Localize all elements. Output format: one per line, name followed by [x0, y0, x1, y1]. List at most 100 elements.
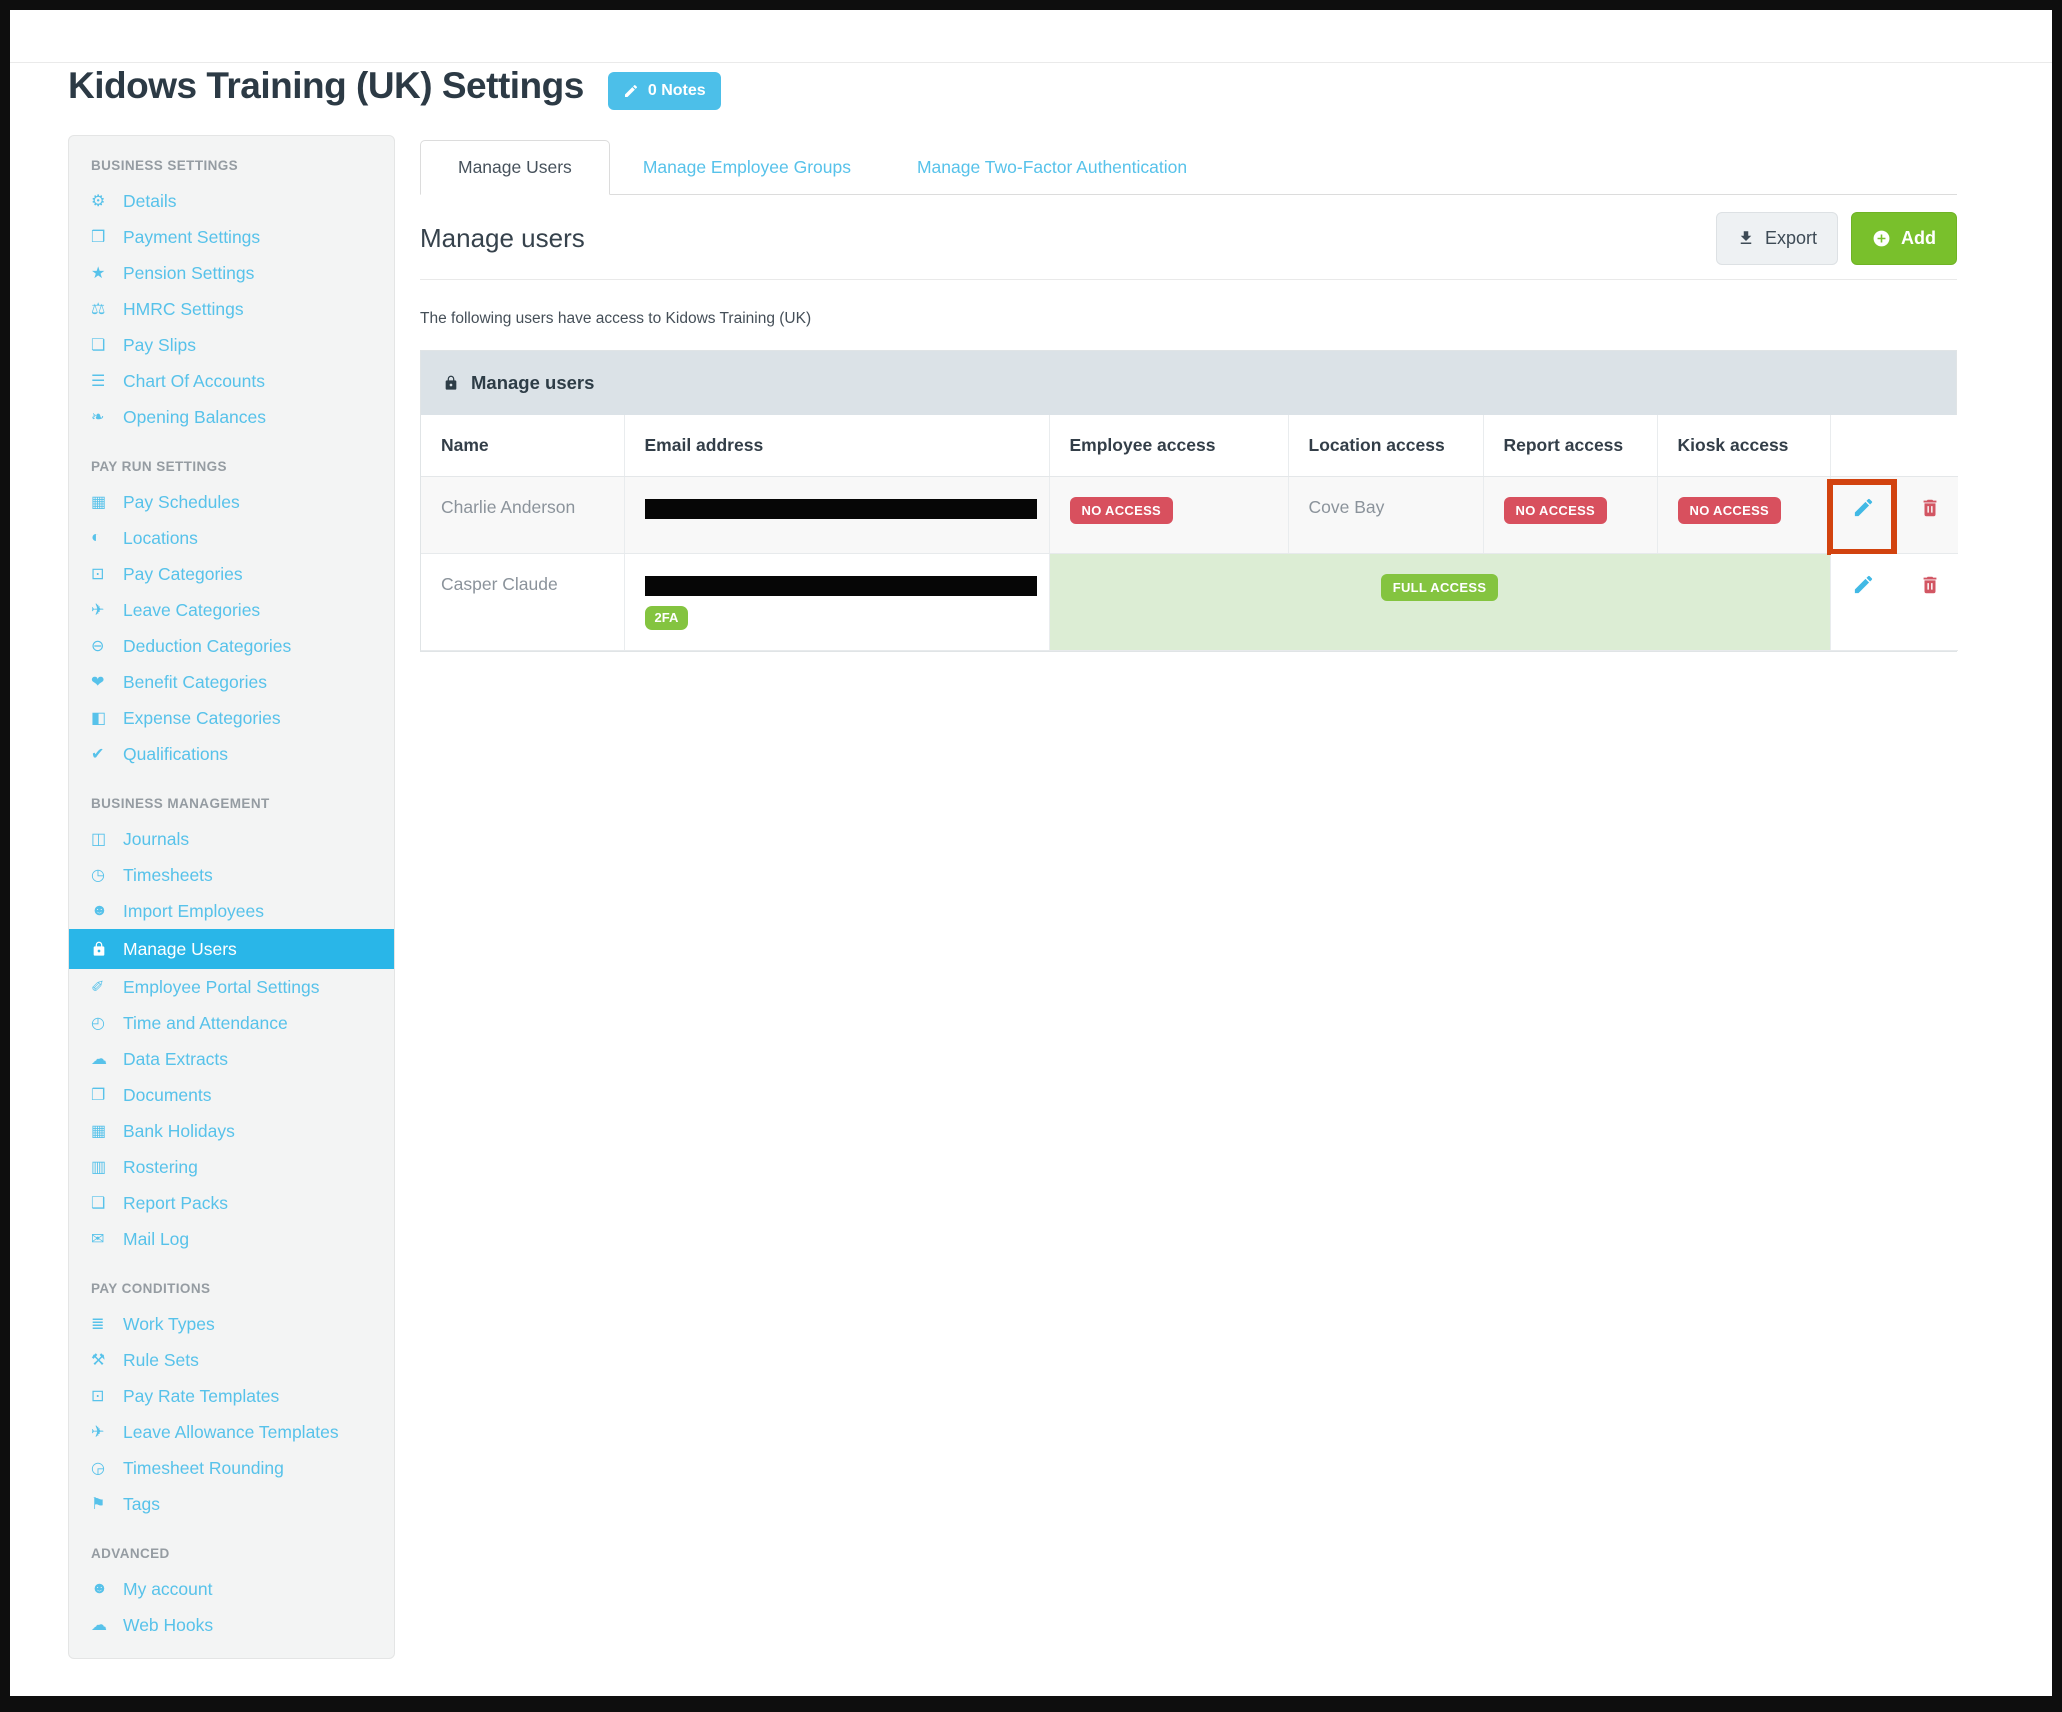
main-content: Manage Users Manage Employee Groups Mana… [420, 140, 1958, 652]
calendar-icon: ▦ [91, 494, 107, 511]
sidebar-item-work-types[interactable]: ≣ Work Types [69, 1306, 394, 1342]
delete-user-button[interactable] [1917, 572, 1943, 598]
tab-manage-two-factor-authentication[interactable]: Manage Two-Factor Authentication [884, 140, 1220, 194]
banknote-icon: ⊡ [91, 1388, 105, 1405]
export-button-label: Export [1764, 227, 1817, 248]
add-button[interactable]: Add [1851, 211, 1957, 265]
sidebar-item-time-and-attendance[interactable]: ◴ Time and Attendance [69, 1005, 394, 1041]
wand-icon: ✐ [91, 979, 105, 996]
email-redaction-bar [644, 575, 1037, 596]
sidebar-item-label: Bank Holidays [123, 1120, 235, 1141]
manage-users-panel: Manage users Name Email address Employee… [420, 350, 1958, 652]
sidebar-section-label-pay-conditions: PAY CONDITIONS [91, 1281, 211, 1296]
col-header-email: Email address [624, 415, 1050, 477]
notes-badge[interactable]: 0 Notes [607, 72, 721, 110]
sidebar-item-opening-balances[interactable]: ❧ Opening Balances [69, 399, 394, 435]
tab-manage-users[interactable]: Manage Users [420, 140, 610, 195]
sidebar-item-label: Manage Users [123, 938, 237, 959]
sidebar-item-qualifications[interactable]: ✔ Qualifications [69, 736, 394, 772]
sidebar-item-locations[interactable]: ◐ Locations [69, 520, 394, 556]
sidebar-item-bank-holidays[interactable]: ▦ Bank Holidays [69, 1113, 394, 1149]
sidebar-item-details[interactable]: ⚙ Details [69, 183, 394, 219]
sidebar-item-label: HMRC Settings [123, 298, 244, 319]
export-button[interactable]: Export [1715, 211, 1838, 265]
tab-manage-employee-groups[interactable]: Manage Employee Groups [610, 140, 884, 194]
sidebar-item-documents[interactable]: ❐ Documents [69, 1077, 394, 1113]
sidebar-item-pension-settings[interactable]: ★ Pension Settings [69, 255, 394, 291]
trash-icon [1923, 576, 1936, 593]
sidebar-item-hmrc-settings[interactable]: ⚖ HMRC Settings [69, 291, 394, 327]
sidebar-item-label: Work Types [123, 1313, 215, 1334]
sidebar-item-label: Time and Attendance [123, 1012, 288, 1033]
sidebar-item-mail-log[interactable]: ✉ Mail Log [69, 1221, 394, 1257]
minus-circle-icon: ⊖ [91, 638, 105, 655]
gear-icon: ⚙ [91, 193, 106, 210]
sidebar-item-label: Report Packs [123, 1192, 229, 1213]
banknote-icon: ⊡ [91, 566, 105, 583]
sidebar-item-benefit-categories[interactable]: ❤ Benefit Categories [69, 664, 394, 700]
sidebar-item-label: Payment Settings [123, 226, 261, 247]
sidebar-item-label: Journals [123, 828, 190, 849]
plane-icon: ✈ [91, 1424, 105, 1441]
sidebar-item-import-employees[interactable]: ☻ Import Employees [69, 893, 394, 929]
sidebar-item-rule-sets[interactable]: ⚒ Rule Sets [69, 1342, 394, 1378]
sidebar: BUSINESS SETTINGS ⚙ Details ❒ Payment Settin… [68, 135, 395, 1659]
lock-icon [445, 375, 457, 390]
sidebar-item-tags[interactable]: ⚑ Tags [69, 1486, 394, 1522]
sidebar-item-label: Mail Log [123, 1228, 190, 1249]
tag-icon: ⚑ [91, 1496, 106, 1513]
save-icon: ❒ [91, 229, 106, 246]
folder-open-icon: ❑ [91, 1195, 106, 1212]
heading-row: Manage users Export Add [420, 211, 1957, 265]
sidebar-item-leave-categories[interactable]: ✈ Leave Categories [69, 592, 394, 628]
cell-full-access: FULL ACCESS [1049, 553, 1831, 651]
sidebar-item-deduction-categories[interactable]: ⊖ Deduction Categories [69, 628, 394, 664]
sidebar-item-manage-users[interactable]: Manage Users [69, 929, 394, 969]
sidebar-item-pay-schedules[interactable]: ▦ Pay Schedules [69, 484, 394, 520]
sidebar-item-label: Chart Of Accounts [123, 370, 266, 391]
sidebar-item-report-packs[interactable]: ❑ Report Packs [69, 1185, 394, 1221]
col-header-employee-access: Employee access [1049, 415, 1289, 477]
sidebar-item-timesheet-rounding[interactable]: ◶ Timesheet Rounding [69, 1450, 394, 1486]
sidebar-section-label-business-settings: BUSINESS SETTINGS [91, 158, 239, 173]
trash-icon [1923, 499, 1936, 516]
sidebar-item-label: Pay Categories [123, 563, 243, 584]
sidebar-item-pay-rate-templates[interactable]: ⊡ Pay Rate Templates [69, 1378, 394, 1414]
list-icon: ☰ [91, 373, 106, 390]
envelope-icon: ✉ [91, 1231, 105, 1248]
sidebar-item-journals[interactable]: ◫ Journals [69, 821, 394, 857]
sidebar-section-label-business-management: BUSINESS MANAGEMENT [91, 796, 270, 811]
edit-user-button[interactable] [1851, 572, 1877, 598]
page-header: Kidows Training (UK) Settings 0 Notes [68, 62, 721, 110]
sidebar-item-my-account[interactable]: ☻ My account [69, 1571, 394, 1607]
sidebar-item-expense-categories[interactable]: ◧ Expense Categories [69, 700, 394, 736]
sidebar-item-pay-slips[interactable]: ❏ Pay Slips [69, 327, 394, 363]
people-icon: ☻ [91, 902, 108, 919]
lock-icon [91, 940, 123, 958]
delete-user-button[interactable] [1917, 495, 1943, 521]
sidebar-item-rostering[interactable]: ▥ Rostering [69, 1149, 394, 1185]
no-access-badge: NO ACCESS [1069, 496, 1174, 524]
sidebar-item-label: Deduction Categories [123, 635, 292, 656]
sidebar-item-label: Leave Allowance Templates [123, 1421, 339, 1442]
plus-circle-icon [1873, 230, 1890, 246]
sidebar-item-label: Web Hooks [123, 1614, 214, 1635]
sidebar-item-label: Timesheets [123, 864, 213, 885]
panel-title: Manage users [471, 372, 595, 393]
tab-bar: Manage Users Manage Employee Groups Mana… [420, 140, 1957, 195]
sidebar-item-timesheets[interactable]: ◷ Timesheets [69, 857, 394, 893]
leaf-icon: ❧ [91, 409, 105, 426]
sidebar-item-payment-settings[interactable]: ❒ Payment Settings [69, 219, 394, 255]
sidebar-item-leave-allowance-templates[interactable]: ✈ Leave Allowance Templates [69, 1414, 394, 1450]
edit-user-button[interactable] [1851, 495, 1877, 521]
sidebar-item-data-extracts[interactable]: ☁ Data Extracts [69, 1041, 394, 1077]
sidebar-item-chart-of-accounts[interactable]: ☰ Chart Of Accounts [69, 363, 394, 399]
sidebar-item-employee-portal-settings[interactable]: ✐ Employee Portal Settings [69, 969, 394, 1005]
table-header-row: Name Email address Employee access Locat… [421, 415, 1958, 477]
calendar-clock-icon: ▥ [91, 1159, 107, 1176]
sidebar-item-web-hooks[interactable]: ☁ Web Hooks [69, 1607, 394, 1643]
sidebar-item-label: My account [123, 1578, 213, 1599]
email-redaction-bar [644, 498, 1037, 519]
sidebar-item-pay-categories[interactable]: ⊡ Pay Categories [69, 556, 394, 592]
table-row-casper-claude: Casper Claude 2FA FULL ACCESS [421, 553, 1958, 651]
